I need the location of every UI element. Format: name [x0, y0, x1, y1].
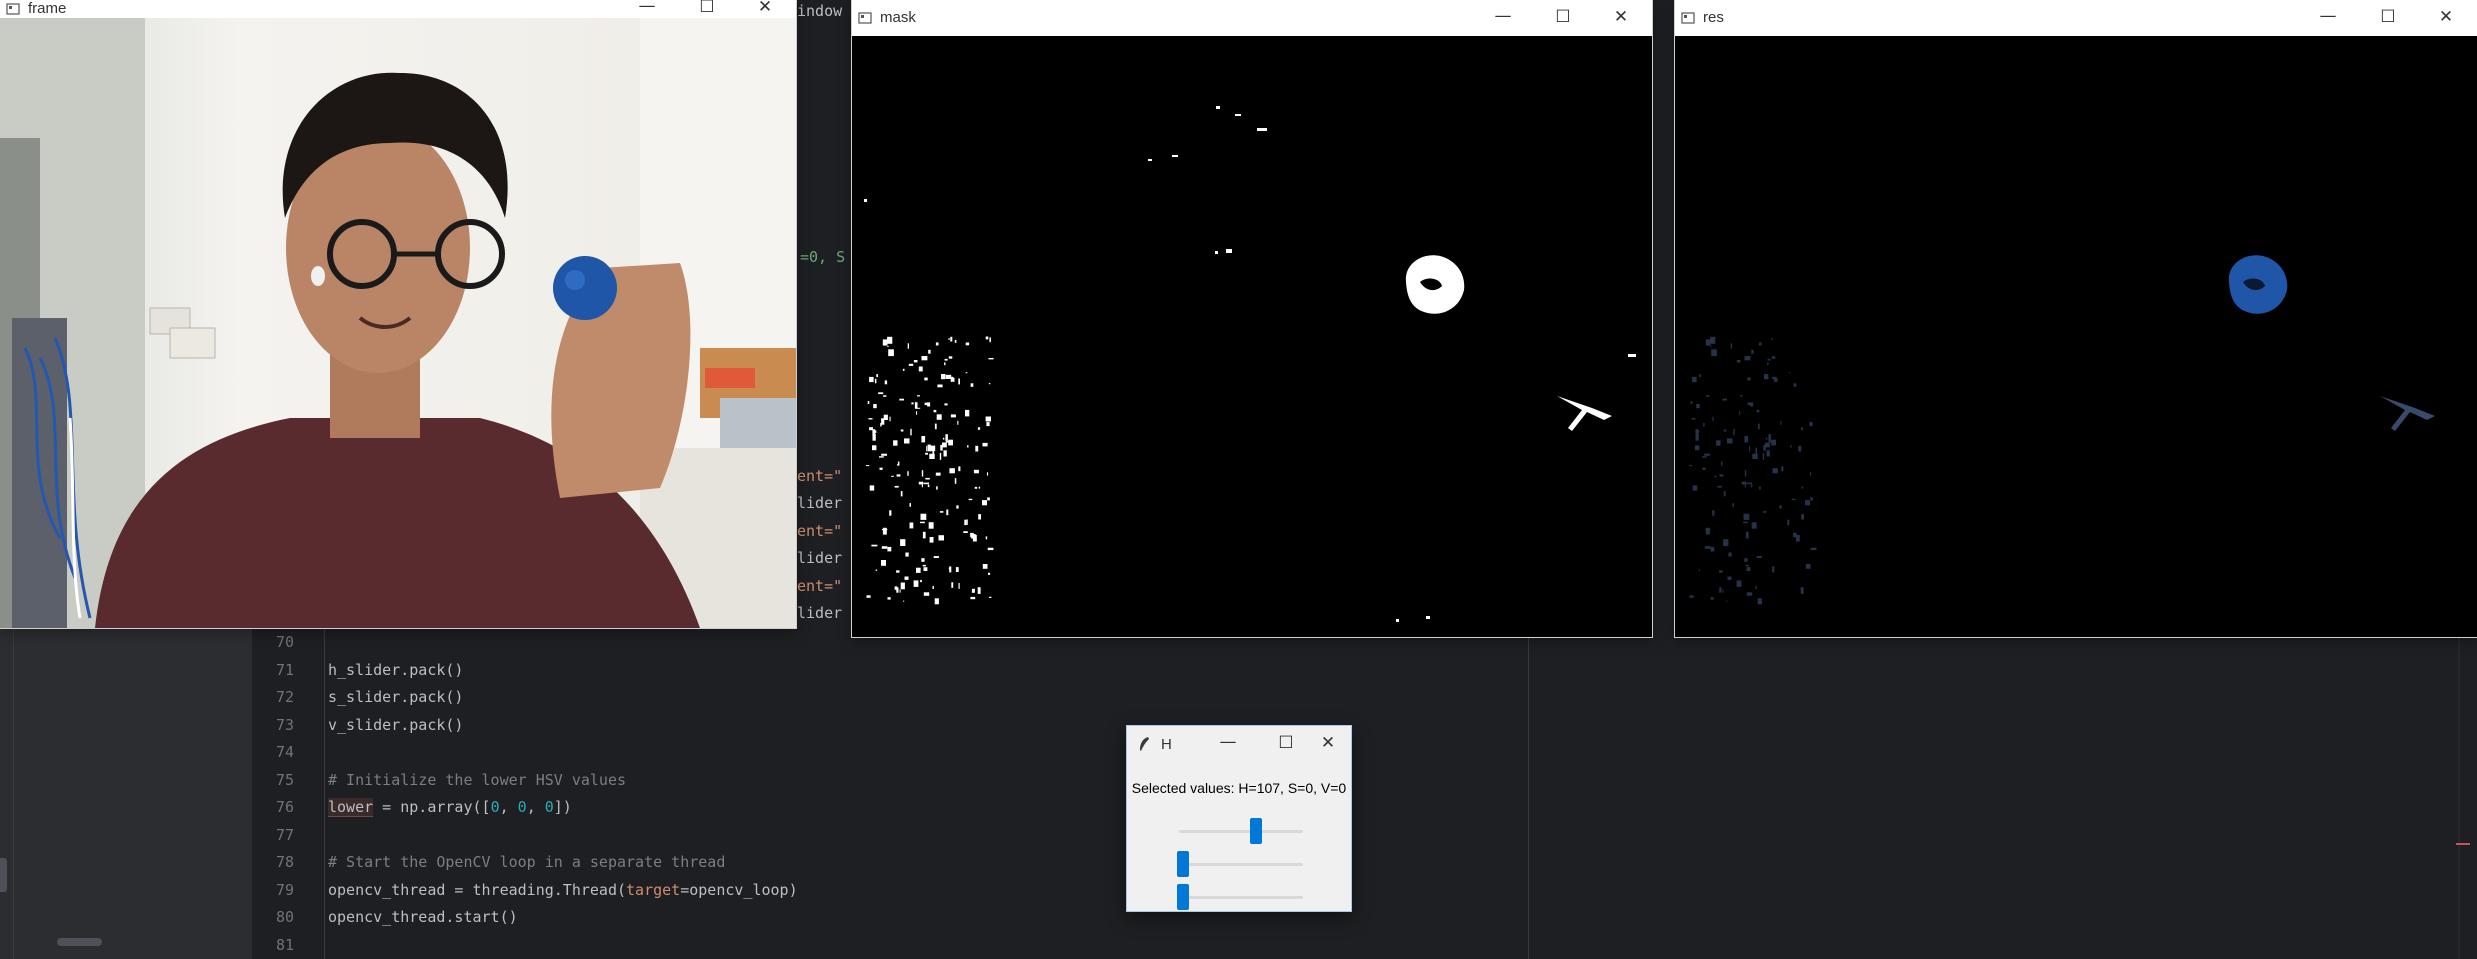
frame-window[interactable]: frame — ☐ ✕: [0, 0, 796, 628]
code-peek-text: lider: [797, 604, 843, 622]
code-token: 0: [517, 798, 527, 816]
close-button[interactable]: ✕: [2423, 7, 2469, 27]
code-token: ]): [553, 798, 572, 816]
mask-image: [852, 36, 1652, 637]
line-number: 78: [275, 853, 294, 871]
line-number: 73: [275, 715, 294, 734]
code-line[interactable]: opencv_thread = threading.Thread(target=…: [328, 877, 798, 904]
minimize-button[interactable]: —: [1205, 732, 1251, 752]
hsv-dialog[interactable]: H — ☐ ✕ Selected values: H=107, S=0, V=0: [1126, 725, 1352, 912]
camera-feed: [0, 18, 796, 628]
code-token: =opencv_loop): [680, 880, 798, 899]
code-token: v_slider.pack(): [328, 715, 464, 734]
line-number: 77: [275, 825, 294, 844]
v-slider-trough[interactable]: [1179, 896, 1303, 899]
res-image: [1675, 36, 2477, 637]
code-line[interactable]: h_slider.pack(): [328, 657, 463, 684]
selected-values-label: Selected values: H=107, S=0, V=0: [1131, 780, 1347, 796]
maximize-button[interactable]: ☐: [1263, 733, 1309, 753]
code-peek-text: ent=": [797, 522, 843, 540]
code-token: target: [626, 880, 681, 899]
horizontal-scrollbar[interactable]: [57, 938, 102, 946]
res-titlebar[interactable]: res — ☐ ✕: [1675, 0, 2477, 36]
maximize-button[interactable]: ☐: [684, 0, 730, 17]
code-peek-text: lider: [797, 494, 843, 512]
mask-window[interactable]: mask — ☐ ✕: [852, 0, 1652, 637]
mask-titlebar[interactable]: mask — ☐ ✕: [852, 0, 1652, 36]
line-number: 81: [275, 935, 294, 954]
code-token: # Start the OpenCV loop in a separate th…: [328, 853, 726, 871]
code-line[interactable]: opencv_thread.start(): [328, 904, 518, 931]
code-line[interactable]: # Initialize the lower HSV values: [328, 767, 626, 794]
code-peek-text: =0, S: [800, 248, 846, 266]
line-number: 80: [275, 908, 294, 926]
code-line[interactable]: # Start the OpenCV loop in a separate th…: [328, 849, 725, 876]
side-toolwindow-handle[interactable]: [0, 858, 7, 892]
code-peek-text: indow: [797, 2, 843, 20]
right-margin-guide: [1528, 620, 1529, 959]
window-app-icon: [6, 3, 20, 15]
code-token: opencv_thread = threading.Thread(: [328, 880, 627, 899]
h-slider-trough[interactable]: [1179, 830, 1303, 833]
h-slider-thumb[interactable]: [1249, 818, 1262, 844]
close-button[interactable]: ✕: [742, 0, 788, 17]
project-panel: [0, 620, 252, 959]
code-line[interactable]: v_slider.pack(): [328, 712, 463, 739]
code-peek-text: ent=": [797, 577, 843, 595]
code-token: ,: [499, 798, 518, 816]
minimize-button[interactable]: —: [624, 0, 670, 16]
window-title: res: [1703, 9, 1724, 26]
code-token: opencv_thread.start(): [328, 908, 518, 926]
line-number: 79: [275, 880, 294, 899]
line-number: 74: [275, 743, 294, 761]
code-peek-text: lider: [797, 549, 843, 567]
window-title: frame: [28, 0, 67, 17]
code-token: # Initialize the lower HSV values: [328, 770, 627, 789]
code-line[interactable]: s_slider.pack(): [328, 684, 463, 711]
line-number: 71: [275, 660, 294, 679]
feather-icon: [1140, 737, 1149, 751]
vertical-scrollbar[interactable]: [2458, 620, 2460, 959]
code-token: 0: [490, 798, 500, 816]
minimize-button[interactable]: —: [2305, 6, 2351, 26]
s-slider-thumb[interactable]: [1177, 851, 1189, 877]
dialog-titlebar[interactable]: H — ☐ ✕: [1127, 726, 1351, 762]
res-drawing: [1675, 36, 2477, 637]
window-app-icon: [858, 12, 872, 24]
frame-titlebar[interactable]: frame — ☐ ✕: [0, 0, 796, 18]
code-token: 0: [544, 798, 554, 816]
maximize-button[interactable]: ☐: [2365, 7, 2411, 27]
code-line[interactable]: lower = np.array([0, 0, 0]): [328, 794, 572, 821]
line-number: 72: [275, 688, 294, 706]
mask-drawing: [852, 36, 1652, 637]
code-peek-text: ent=": [797, 467, 843, 485]
res-window[interactable]: res — ☐ ✕: [1675, 0, 2477, 637]
s-slider-trough[interactable]: [1179, 863, 1303, 866]
v-slider-thumb[interactable]: [1177, 884, 1189, 910]
error-stripe-marker[interactable]: [2456, 843, 2470, 845]
code-token: ,: [526, 798, 545, 816]
code-token: lower: [328, 798, 374, 817]
minimize-button[interactable]: —: [1480, 6, 1526, 26]
maximize-button[interactable]: ☐: [1540, 7, 1586, 27]
code-token: s_slider.pack(): [328, 688, 464, 706]
camera-image: [0, 18, 796, 628]
window-title: mask: [880, 9, 916, 26]
dialog-title: H: [1161, 736, 1172, 753]
code-token: = np.array([: [373, 798, 491, 816]
line-number: 75: [275, 770, 294, 789]
close-button[interactable]: ✕: [1598, 7, 1644, 27]
line-number: 70: [275, 633, 294, 651]
line-number: 76: [275, 798, 294, 816]
code-token: h_slider.pack(): [328, 660, 464, 679]
close-button[interactable]: ✕: [1305, 733, 1351, 753]
window-app-icon: [1681, 12, 1695, 24]
